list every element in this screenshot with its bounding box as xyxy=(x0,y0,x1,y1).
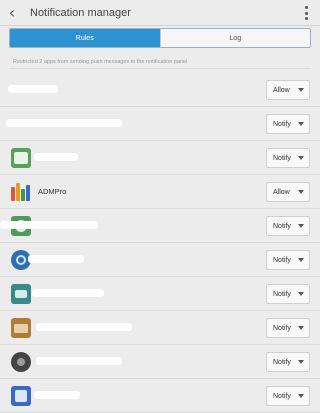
app-name: ADMPro xyxy=(38,187,67,196)
setting-value: Notify xyxy=(273,392,291,400)
top-bar: ‹ Notification manager xyxy=(0,0,320,26)
app-row: Notify xyxy=(0,209,320,243)
info-text: Restricted 2 apps from sending push mess… xyxy=(9,55,311,69)
tab-bar: Rules Log xyxy=(9,28,311,48)
chevron-down-icon xyxy=(298,292,304,296)
setting-value: Allow xyxy=(273,188,290,196)
redacted-name xyxy=(8,85,58,93)
setting-dropdown[interactable]: Notify xyxy=(266,318,310,338)
app-row: ADMPro Allow xyxy=(0,175,320,209)
setting-value: Notify xyxy=(273,256,291,264)
overflow-menu-icon[interactable] xyxy=(304,6,308,20)
setting-dropdown[interactable]: Allow xyxy=(266,80,310,100)
setting-value: Notify xyxy=(273,222,291,230)
app-row: Notify xyxy=(0,141,320,175)
setting-dropdown[interactable]: Notify xyxy=(266,216,310,236)
chevron-down-icon xyxy=(298,258,304,262)
blue-app-icon xyxy=(11,386,31,406)
app-row: Notify xyxy=(0,277,320,311)
page-title: Notification manager xyxy=(30,6,131,19)
setting-value: Allow xyxy=(273,86,290,94)
admpro-app-icon xyxy=(11,182,31,202)
redacted-name xyxy=(34,391,80,399)
setting-dropdown[interactable]: Notify xyxy=(266,250,310,270)
chevron-down-icon xyxy=(298,224,304,228)
redacted-name xyxy=(32,289,104,297)
green-app-icon xyxy=(11,148,31,168)
redacted-name xyxy=(28,255,84,263)
chevron-down-icon xyxy=(298,394,304,398)
setting-value: Notify xyxy=(273,358,291,366)
chevron-down-icon xyxy=(298,88,304,92)
setting-dropdown[interactable]: Notify xyxy=(266,284,310,304)
dark-app-icon xyxy=(11,352,31,372)
app-row: Notify xyxy=(0,379,320,413)
redacted-name xyxy=(0,221,98,229)
app-row: Notify xyxy=(0,107,320,141)
redacted-name xyxy=(36,323,132,331)
app-row: Notify xyxy=(0,243,320,277)
tab-rules[interactable]: Rules xyxy=(10,29,160,47)
setting-dropdown[interactable]: Notify xyxy=(266,386,310,406)
tab-log[interactable]: Log xyxy=(159,29,310,47)
redacted-name xyxy=(6,119,122,127)
app-row: Allow xyxy=(0,73,320,107)
chevron-down-icon xyxy=(298,360,304,364)
redacted-name xyxy=(34,153,78,161)
setting-dropdown[interactable]: Notify xyxy=(266,352,310,372)
chevron-down-icon xyxy=(298,156,304,160)
chevron-down-icon xyxy=(298,122,304,126)
chevron-down-icon xyxy=(298,326,304,330)
app-row: Notify xyxy=(0,311,320,345)
setting-dropdown[interactable]: Notify xyxy=(266,148,310,168)
redacted-name xyxy=(36,357,122,365)
setting-dropdown[interactable]: Allow xyxy=(266,182,310,202)
brown-app-icon xyxy=(11,318,31,338)
setting-value: Notify xyxy=(273,290,291,298)
setting-dropdown[interactable]: Notify xyxy=(266,114,310,134)
setting-value: Notify xyxy=(273,154,291,162)
teal-app-icon xyxy=(11,284,31,304)
setting-value: Notify xyxy=(273,324,291,332)
app-list: Allow Notify Notify ADMPro Allow Notify … xyxy=(0,73,320,413)
chevron-down-icon xyxy=(298,190,304,194)
back-icon[interactable]: ‹ xyxy=(0,0,24,26)
setting-value: Notify xyxy=(273,120,291,128)
app-row: Notify xyxy=(0,345,320,379)
